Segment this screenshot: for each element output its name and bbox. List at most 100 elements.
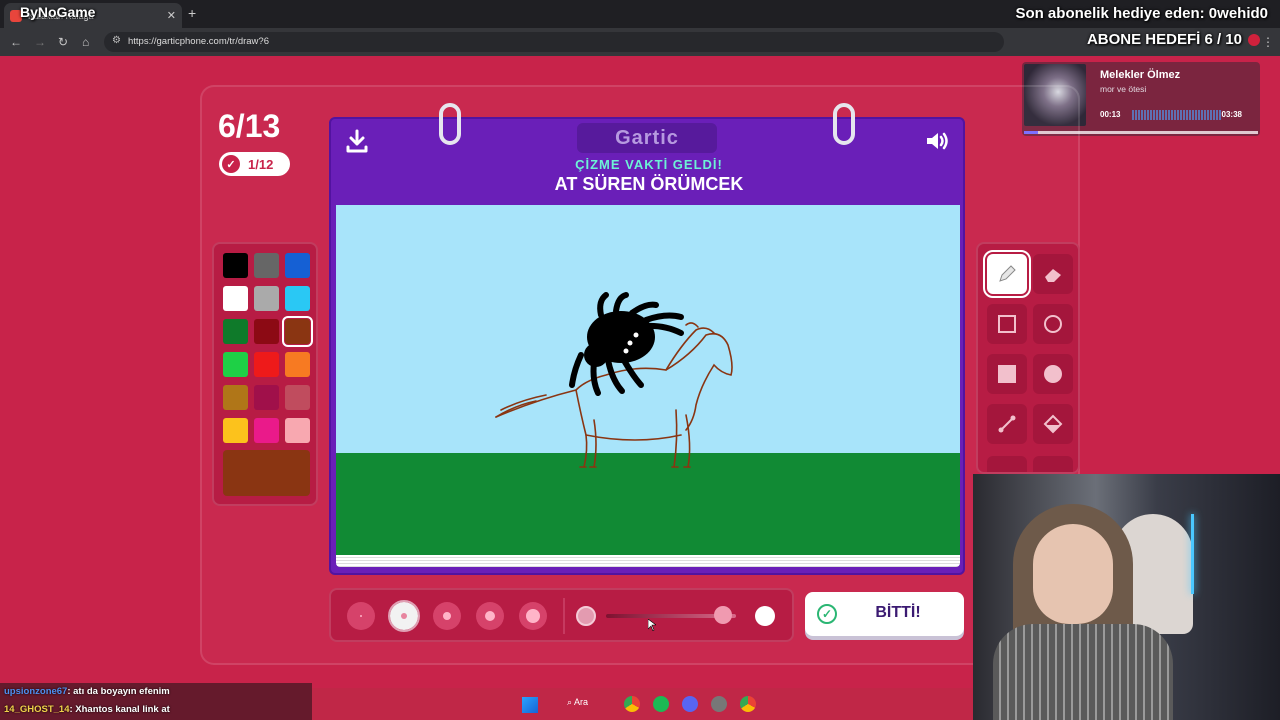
url-field[interactable]: ⚙ https://garticphone.com/tr/draw?6 — [104, 32, 1004, 52]
browser-menu-icon[interactable]: ⋮ — [1262, 34, 1274, 50]
discord-icon[interactable] — [682, 696, 698, 712]
windows-start-icon[interactable] — [522, 697, 538, 713]
song-duration: 03:38 — [1221, 110, 1242, 119]
rectangle-fill-tool[interactable] — [987, 354, 1027, 394]
color-swatch[interactable] — [223, 286, 248, 311]
color-swatch[interactable] — [223, 385, 248, 410]
brush-size-button[interactable] — [347, 602, 375, 630]
round-counter: 6/13 — [218, 108, 281, 144]
rectangle-outline-tool[interactable] — [987, 304, 1027, 344]
brush-size-button[interactable] — [433, 602, 461, 630]
sub-gift-overlay: Son abonelik hediye eden: 0wehid0 — [1015, 5, 1268, 22]
chrome-icon[interactable] — [624, 696, 640, 712]
color-swatch[interactable] — [254, 253, 279, 278]
brush-size-button[interactable] — [388, 600, 420, 632]
color-swatch[interactable] — [285, 385, 310, 410]
webcam-person-shirt — [993, 624, 1173, 720]
color-palette — [212, 242, 318, 506]
line-tool[interactable] — [987, 404, 1027, 444]
pencil-icon — [999, 265, 1016, 282]
song-artist: mor ve ötesi — [1100, 84, 1147, 94]
gartic-logo: Gartic — [577, 123, 717, 153]
tool-panel: ◢ ◣ — [976, 242, 1080, 474]
site-info-icon[interactable]: ⚙ — [112, 35, 121, 46]
opacity-slider-thumb[interactable] — [714, 606, 732, 624]
notebook-ring — [833, 103, 855, 145]
forward-icon[interactable]: → — [34, 34, 46, 50]
circle-fill-tool[interactable] — [1033, 354, 1073, 394]
draw-prompt-hint: ÇİZME VAKTİ GELDİ! — [575, 157, 723, 172]
color-swatch[interactable] — [223, 253, 248, 278]
current-color-preview — [223, 450, 310, 496]
chat-text: : Xhantos kanal link at — [69, 704, 170, 715]
taskbar-search[interactable]: ⌕ Ara — [567, 697, 588, 708]
webcam-neon-light — [1191, 514, 1194, 594]
fill-bucket-tool[interactable] — [1033, 404, 1073, 444]
new-tab-button[interactable]: + — [188, 5, 196, 21]
done-button-label: BİTTİ! — [875, 604, 921, 621]
elapsed-time: 00:13 — [1100, 110, 1121, 119]
color-swatch[interactable] — [254, 352, 279, 377]
url-text: https://garticphone.com/tr/draw?6 — [128, 36, 269, 47]
taskbar-search-label: Ara — [574, 697, 589, 707]
brush-size-dot — [526, 609, 540, 623]
reload-icon[interactable]: ↻ — [58, 34, 68, 50]
color-swatch[interactable] — [254, 286, 279, 311]
canvas-drawing — [495, 292, 733, 468]
color-swatch[interactable] — [223, 319, 248, 344]
color-swatch[interactable] — [223, 418, 248, 443]
circle-outline-icon — [1044, 315, 1062, 333]
speaker-icon[interactable] — [923, 127, 951, 155]
windows-taskbar: ⌕ Ara — [312, 688, 973, 720]
opacity-min-icon[interactable] — [576, 606, 596, 626]
color-swatch[interactable] — [285, 352, 310, 377]
chat-message: 14_GHOST_14: Xhantos kanal link at — [4, 704, 170, 715]
color-swatch[interactable] — [285, 418, 310, 443]
streamer-webcam — [973, 474, 1280, 720]
controls-divider — [563, 598, 565, 634]
pencil-tool[interactable] — [983, 250, 1031, 298]
back-icon[interactable]: ← — [10, 34, 22, 50]
brush-size-dot — [485, 611, 495, 621]
brush-size-dot — [443, 612, 451, 620]
home-icon[interactable]: ⌂ — [82, 34, 89, 50]
channel-brand-overlay: ByNoGame — [20, 4, 96, 20]
eraser-tool[interactable] — [1033, 254, 1073, 294]
bucket-icon — [1043, 414, 1063, 434]
color-swatch[interactable] — [285, 253, 310, 278]
brush-controls — [329, 588, 794, 642]
brush-size-dot — [360, 615, 362, 617]
check-icon: ✓ — [222, 155, 240, 173]
brush-size-button[interactable] — [476, 602, 504, 630]
players-done-badge: ✓ 1/12 — [219, 152, 290, 176]
players-done-count: 1/12 — [248, 156, 274, 172]
color-swatch[interactable] — [254, 418, 279, 443]
square-outline-icon — [998, 315, 1016, 333]
settings-app-icon[interactable] — [711, 696, 727, 712]
opacity-max-icon[interactable] — [755, 606, 775, 626]
drawing-canvas[interactable] — [336, 205, 960, 555]
color-swatch[interactable] — [282, 316, 313, 347]
chat-message: upsionzone67: atı da boyayın efenim — [4, 686, 170, 697]
done-button[interactable]: ✓ BİTTİ! — [805, 592, 964, 636]
drawing-notebook: Gartic ÇİZME VAKTİ GELDİ! AT SÜREN ÖRÜMC… — [329, 103, 965, 575]
brush-size-button[interactable] — [519, 602, 547, 630]
undo-tool[interactable]: ◢ — [987, 456, 1027, 472]
line-icon — [998, 415, 1016, 433]
chat-text: : atı da boyayın efenim — [67, 686, 170, 697]
mouse-cursor-icon — [648, 619, 656, 631]
eraser-icon — [1045, 269, 1061, 282]
spotify-icon[interactable] — [653, 696, 669, 712]
circle-outline-tool[interactable] — [1033, 304, 1073, 344]
color-swatch[interactable] — [254, 319, 279, 344]
audio-waveform — [1132, 110, 1222, 120]
notebook-ring — [439, 103, 461, 145]
draw-prompt-word: AT SÜREN ÖRÜMCEK — [554, 174, 744, 194]
download-icon[interactable] — [343, 127, 371, 155]
color-swatch[interactable] — [254, 385, 279, 410]
color-swatch[interactable] — [223, 352, 248, 377]
close-tab-icon[interactable]: ✕ — [167, 9, 176, 22]
color-swatch[interactable] — [285, 286, 310, 311]
chrome-active-icon[interactable] — [740, 696, 756, 712]
redo-tool[interactable]: ◣ — [1033, 456, 1073, 472]
